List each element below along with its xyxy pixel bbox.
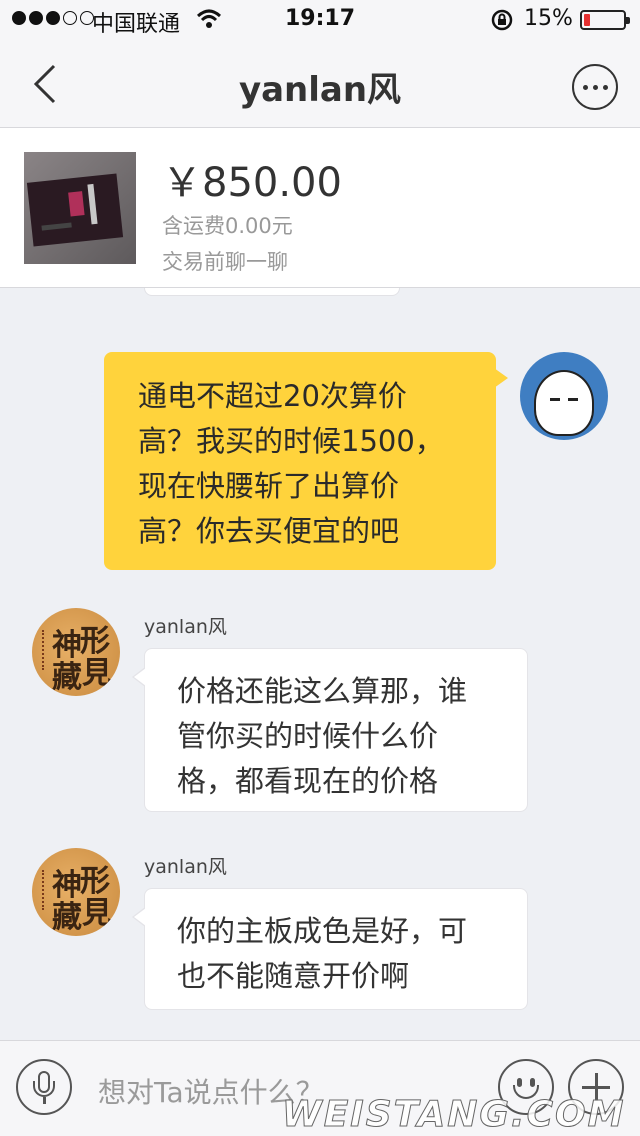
product-image[interactable] [24,152,136,264]
product-price: ￥850.00 [162,160,342,206]
battery-percent: 15% [524,6,573,31]
more-options-button[interactable] [572,64,618,110]
previous-message-bubble [144,288,400,296]
my-avatar[interactable] [520,352,608,440]
navigation-bar: yanlan风 [0,40,640,128]
message-line: 通电不超过20次算价 [138,379,407,413]
message-line: 管你买的时候什么价 [177,719,439,753]
message-line: 高？你去买便宜的吧 [138,514,400,548]
message-line: 格，都看现在的价格 [177,764,439,798]
status-bar: 中国联通 19:17 15% [0,0,640,40]
message-line: 现在快腰斩了出算价 [138,469,400,503]
rotation-lock-icon [491,9,513,31]
more-dots-icon [582,84,588,90]
battery-level [584,14,590,26]
shipping-info: 含运费0.00元 [162,214,293,238]
product-card[interactable]: ￥850.00 含运费0.00元 交易前聊一聊 [0,128,640,288]
page-title: yanlan风 [238,70,402,110]
sender-name: yanlan风 [144,856,227,878]
message-bubble-theirs[interactable]: 价格还能这么算那，谁 管你买的时候什么价 格，都看现在的价格 [132,648,528,812]
sender-name: yanlan风 [144,616,227,638]
message-line: 你的主板成色是好，可 [177,914,468,948]
voice-input-button[interactable] [16,1059,72,1115]
watermark: WEISTANG.COM [281,1094,626,1136]
sender-avatar[interactable]: 神 形 藏 見 [32,608,120,696]
message-line: 价格还能这么算那，谁 [177,674,468,708]
message-bubble-theirs[interactable]: 你的主板成色是好，可 也不能随意开价啊 [132,888,528,1010]
battery-icon [580,10,630,30]
message-line: 也不能随意开价啊 [177,959,410,993]
chat-hint: 交易前聊一聊 [162,250,288,274]
message-bubble-mine[interactable]: 通电不超过20次算价 高？我买的时候1500， 现在快腰斩了出算价 高？你去买便… [104,352,508,570]
sender-avatar[interactable]: 神 形 藏 見 [32,848,120,936]
chat-area[interactable]: 通电不超过20次算价 高？我买的时候1500， 现在快腰斩了出算价 高？你去买便… [0,288,640,1040]
message-line: 高？我买的时候1500， [138,424,444,458]
